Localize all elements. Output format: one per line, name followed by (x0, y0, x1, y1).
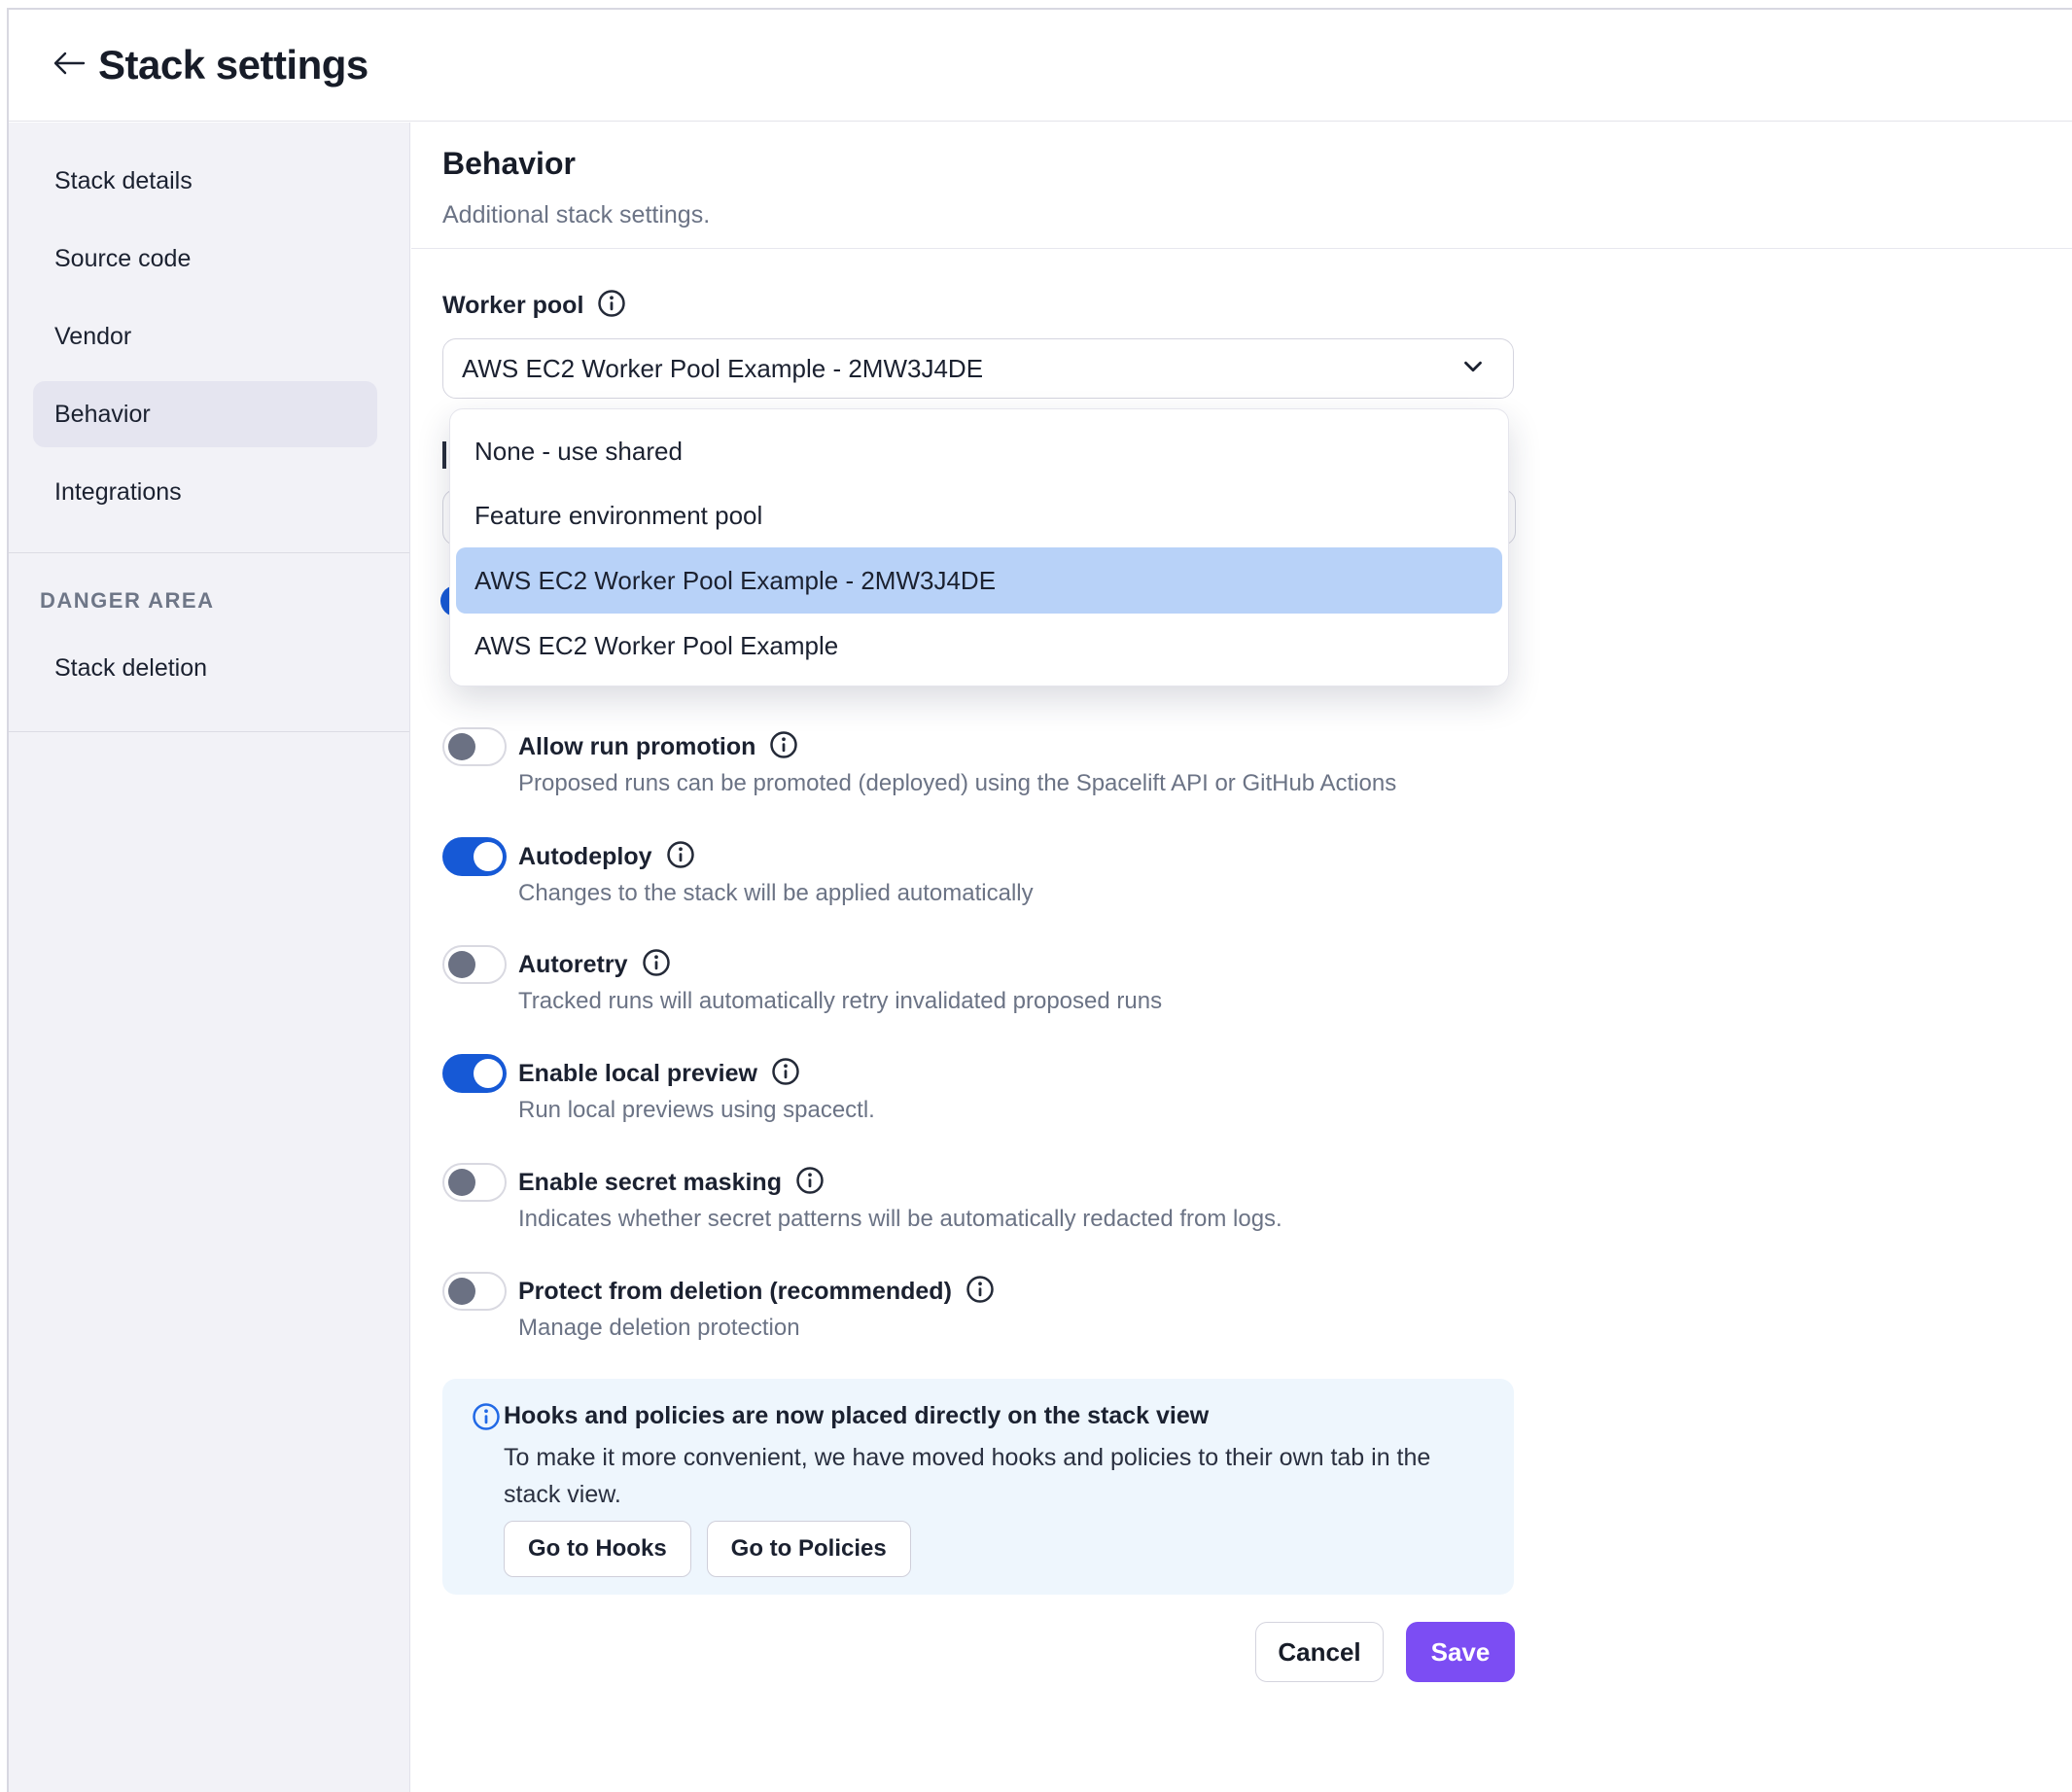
autoretry-toggle[interactable] (442, 945, 507, 984)
info-icon-blue (472, 1402, 501, 1436)
section-title: Behavior (442, 146, 576, 181)
worker-pool-label-row: Worker pool (442, 288, 626, 323)
save-button[interactable]: Save (1406, 1622, 1515, 1682)
toggle-knob (448, 1278, 475, 1305)
toggle-knob (448, 733, 475, 760)
toggle-row-autodeploy: Autodeploy Changes to the stack will be … (442, 837, 1034, 907)
back-button[interactable] (46, 46, 92, 85)
toggle-row-autoretry: Autoretry Tracked runs will automaticall… (442, 945, 1162, 1015)
dropdown-option-none[interactable]: None - use shared (450, 419, 1508, 483)
toggle-knob (474, 842, 503, 871)
worker-pool-label: Worker pool (442, 291, 584, 319)
toggle-row-enable-local-preview: Enable local preview Run local previews … (442, 1054, 875, 1124)
section-divider (411, 248, 2072, 249)
worker-pool-select[interactable]: AWS EC2 Worker Pool Example - 2MW3J4DE (442, 338, 1514, 399)
go-to-hooks-button[interactable]: Go to Hooks (504, 1521, 691, 1577)
toggle-knob (448, 1169, 475, 1196)
toggle-description: Changes to the stack will be applied aut… (518, 880, 1034, 906)
toggle-label: Enable secret masking (518, 1168, 782, 1196)
info-box-title: Hooks and policies are now placed direct… (504, 1402, 1210, 1429)
sidebar-danger-section: DANGER AREA Stack deletion (9, 553, 409, 732)
toggle-knob (474, 1059, 503, 1088)
allow-run-promotion-toggle[interactable] (442, 727, 507, 766)
info-box-body: To make it more convenient, we have move… (504, 1444, 1431, 1508)
sidebar-item-stack-deletion[interactable]: Stack deletion (54, 647, 207, 689)
hooks-policies-info-box: Hooks and policies are now placed direct… (442, 1379, 1514, 1595)
toggle-label: Allow run promotion (518, 732, 756, 760)
worker-pool-selected-value: AWS EC2 Worker Pool Example - 2MW3J4DE (462, 353, 984, 383)
sidebar-nav: Stack details Source code Vendor Behavio… (9, 123, 409, 553)
toggle-description: Tracked runs will automatically retry in… (518, 988, 1163, 1014)
toggle-description: Proposed runs can be promoted (deployed)… (518, 770, 1397, 796)
sidebar-item-integrations[interactable]: Integrations (9, 453, 409, 531)
danger-area-heading: DANGER AREA (40, 588, 215, 613)
arrow-left-icon (51, 49, 88, 83)
chevron-down-icon (1458, 352, 1488, 386)
info-icon[interactable] (795, 1166, 825, 1200)
info-icon[interactable] (771, 1057, 800, 1091)
section-subtitle: Additional stack settings. (442, 201, 711, 228)
dropdown-option-feature-pool[interactable]: Feature environment pool (450, 483, 1508, 547)
toggle-label: Autoretry (518, 950, 628, 978)
info-icon[interactable] (666, 840, 695, 874)
toggle-row-allow-run-promotion: Allow run promotion Proposed runs can be… (442, 727, 1396, 797)
cancel-button[interactable]: Cancel (1255, 1622, 1384, 1682)
sidebar-item-stack-details[interactable]: Stack details (9, 142, 409, 220)
info-icon[interactable] (642, 948, 671, 982)
page-title: Stack settings (98, 42, 369, 88)
sidebar-item-behavior[interactable]: Behavior (9, 375, 409, 453)
toggle-row-enable-secret-masking: Enable secret masking Indicates whether … (442, 1163, 1282, 1233)
enable-secret-masking-toggle[interactable] (442, 1163, 507, 1202)
toggle-label: Protect from deletion (recommended) (518, 1277, 952, 1305)
dropdown-option-aws[interactable]: AWS EC2 Worker Pool Example (450, 614, 1508, 678)
toggle-description: Run local previews using spacectl. (518, 1097, 875, 1123)
enable-local-preview-toggle[interactable] (442, 1054, 507, 1093)
protect-from-deletion-toggle[interactable] (442, 1272, 507, 1311)
toggle-label: Autodeploy (518, 842, 652, 870)
header: Stack settings (9, 10, 2072, 122)
autodeploy-toggle[interactable] (442, 837, 507, 876)
toggle-row-protect-from-deletion: Protect from deletion (recommended) Mana… (442, 1272, 995, 1342)
dropdown-option-aws-2mw3j4de[interactable]: AWS EC2 Worker Pool Example - 2MW3J4DE (456, 547, 1502, 614)
hidden-field-label-fragment (442, 441, 446, 469)
info-icon[interactable] (966, 1275, 995, 1309)
toggle-knob (448, 951, 475, 978)
toggle-description: Manage deletion protection (518, 1315, 800, 1341)
sidebar-item-vendor[interactable]: Vendor (9, 298, 409, 375)
info-icon[interactable] (597, 289, 626, 323)
stack-settings-page: Stack settings Stack details Source code… (0, 0, 2072, 1792)
sidebar-item-source-code[interactable]: Source code (9, 220, 409, 298)
worker-pool-dropdown-menu: None - use shared Feature environment po… (449, 408, 1509, 686)
info-icon[interactable] (769, 730, 798, 764)
toggle-label: Enable local preview (518, 1059, 757, 1087)
toggle-description: Indicates whether secret patterns will b… (518, 1206, 1282, 1232)
sidebar: Stack details Source code Vendor Behavio… (9, 123, 410, 1792)
go-to-policies-button[interactable]: Go to Policies (706, 1521, 911, 1577)
